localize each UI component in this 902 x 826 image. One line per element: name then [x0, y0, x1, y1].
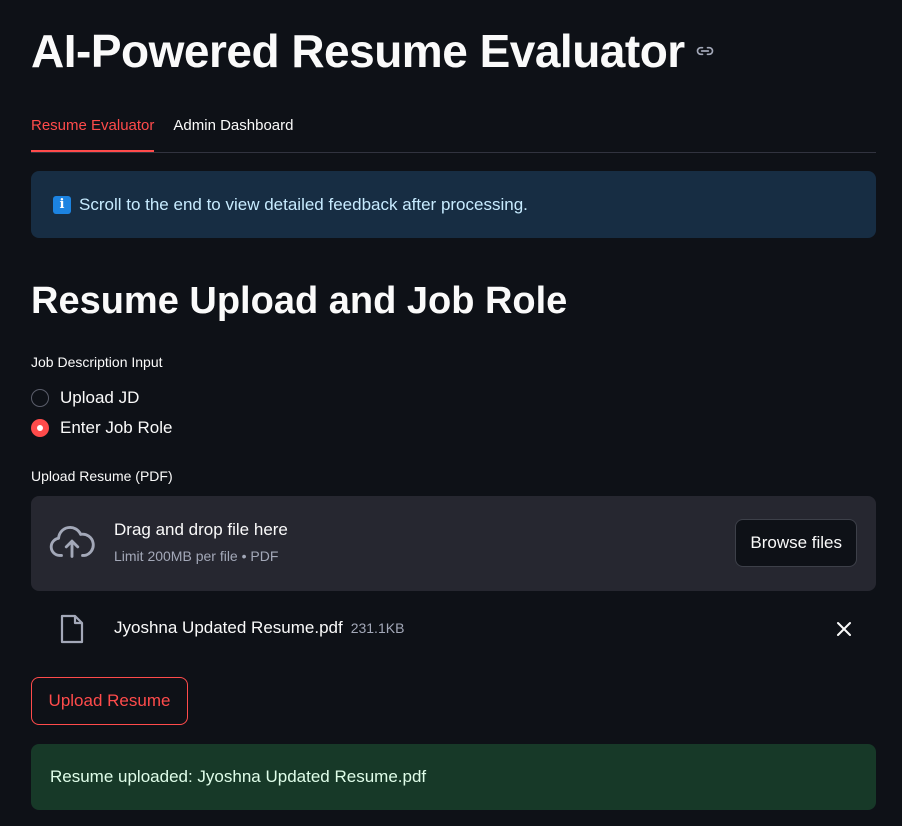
uploaded-file-name: Jyoshna Updated Resume.pdf — [114, 618, 343, 637]
radio-upload-jd[interactable]: Upload JD — [31, 388, 139, 408]
info-alert-text: Scroll to the end to view detailed feedb… — [79, 194, 528, 214]
uploaded-file-info: Jyoshna Updated Resume.pdf 231.1KB — [114, 618, 404, 638]
success-alert-text: Resume uploaded: Jyoshna Updated Resume.… — [50, 767, 427, 786]
uploaded-file-size: 231.1KB — [350, 620, 405, 636]
uploaded-file-item: Jyoshna Updated Resume.pdf 231.1KB — [31, 608, 876, 650]
radio-enter-job-role-label: Enter Job Role — [60, 418, 173, 437]
page: AI-Powered Resume Evaluator Resume Evalu… — [0, 0, 902, 826]
radio-checked-icon[interactable] — [31, 419, 49, 437]
radio-upload-jd-label: Upload JD — [60, 388, 140, 407]
tab-resume-evaluator[interactable]: Resume Evaluator — [31, 110, 155, 152]
info-icon: i — [53, 195, 71, 214]
dropzone-title: Drag and drop file here — [114, 520, 288, 539]
jd-input-label: Job Description Input — [31, 354, 163, 370]
dropzone-text: Drag and drop file here Limit 200MB per … — [114, 520, 288, 564]
success-alert: Resume uploaded: Jyoshna Updated Resume.… — [31, 744, 876, 810]
cloud-upload-icon — [49, 526, 95, 558]
upload-resume-label: Upload Resume (PDF) — [31, 468, 173, 484]
page-title: AI-Powered Resume Evaluator — [31, 24, 715, 78]
dropzone-limit: Limit 200MB per file • PDF — [114, 548, 279, 564]
link-icon[interactable] — [695, 41, 715, 61]
browse-files-button[interactable]: Browse files — [735, 519, 857, 567]
radio-circle-icon[interactable] — [31, 389, 49, 407]
close-icon[interactable] — [834, 619, 854, 639]
file-dropzone[interactable]: Drag and drop file here Limit 200MB per … — [31, 496, 876, 591]
tab-bar: Resume Evaluator Admin Dashboard — [31, 110, 876, 153]
info-alert: i Scroll to the end to view detailed fee… — [31, 171, 876, 238]
tab-admin-dashboard[interactable]: Admin Dashboard — [173, 110, 293, 150]
page-title-text: AI-Powered Resume Evaluator — [31, 25, 685, 77]
upload-resume-button[interactable]: Upload Resume — [31, 677, 188, 725]
file-icon — [60, 614, 84, 644]
section-title: Resume Upload and Job Role — [31, 280, 568, 322]
radio-enter-job-role[interactable]: Enter Job Role — [31, 418, 172, 438]
